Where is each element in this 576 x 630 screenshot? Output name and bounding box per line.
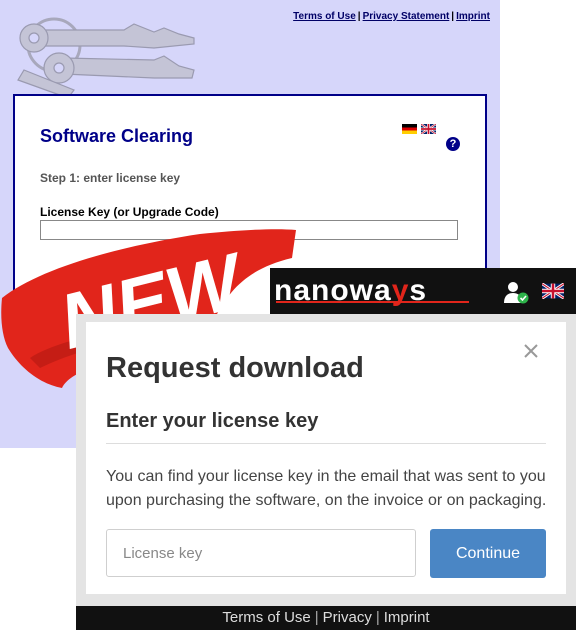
footer-privacy-link[interactable]: Privacy (323, 609, 372, 626)
legacy-step-label: Step 1: enter license key (40, 171, 181, 185)
top-bar: nanoways (270, 268, 576, 314)
german-flag-icon[interactable] (402, 124, 417, 134)
close-icon[interactable] (522, 342, 540, 360)
divider (106, 443, 546, 444)
dialog-subtitle: Enter your license key (106, 410, 319, 432)
legacy-license-label: License Key (or Upgrade Code) (40, 205, 219, 219)
legacy-top-links: Terms of Use | Privacy Statement | Imprint (293, 11, 490, 22)
footer-imprint-link[interactable]: Imprint (384, 609, 430, 626)
keys-illustration (17, 17, 195, 99)
request-download-dialog: Request download Enter your license key … (86, 322, 566, 594)
separator: | (357, 11, 361, 22)
help-icon[interactable]: ? (446, 137, 460, 151)
separator: | (451, 11, 455, 22)
separator: | (314, 609, 319, 626)
legacy-imprint-link[interactable]: Imprint (456, 11, 490, 22)
separator: | (375, 609, 380, 626)
uk-flag-icon[interactable] (421, 124, 436, 134)
dialog-description: You can find your license key in the ema… (106, 468, 547, 509)
logo-underline (276, 301, 469, 303)
dialog-title: Request download (106, 352, 364, 384)
footer: Terms of Use | Privacy | Imprint (76, 606, 576, 630)
legacy-language-flags (402, 124, 436, 134)
uk-flag-icon[interactable] (542, 283, 564, 299)
legacy-terms-link[interactable]: Terms of Use (293, 11, 356, 22)
license-key-input[interactable] (106, 529, 416, 577)
legacy-privacy-link[interactable]: Privacy Statement (363, 11, 450, 22)
user-check-icon[interactable] (503, 279, 529, 305)
legacy-title: Software Clearing (40, 126, 194, 146)
continue-button[interactable]: Continue (430, 529, 546, 578)
footer-terms-link[interactable]: Terms of Use (222, 609, 310, 626)
